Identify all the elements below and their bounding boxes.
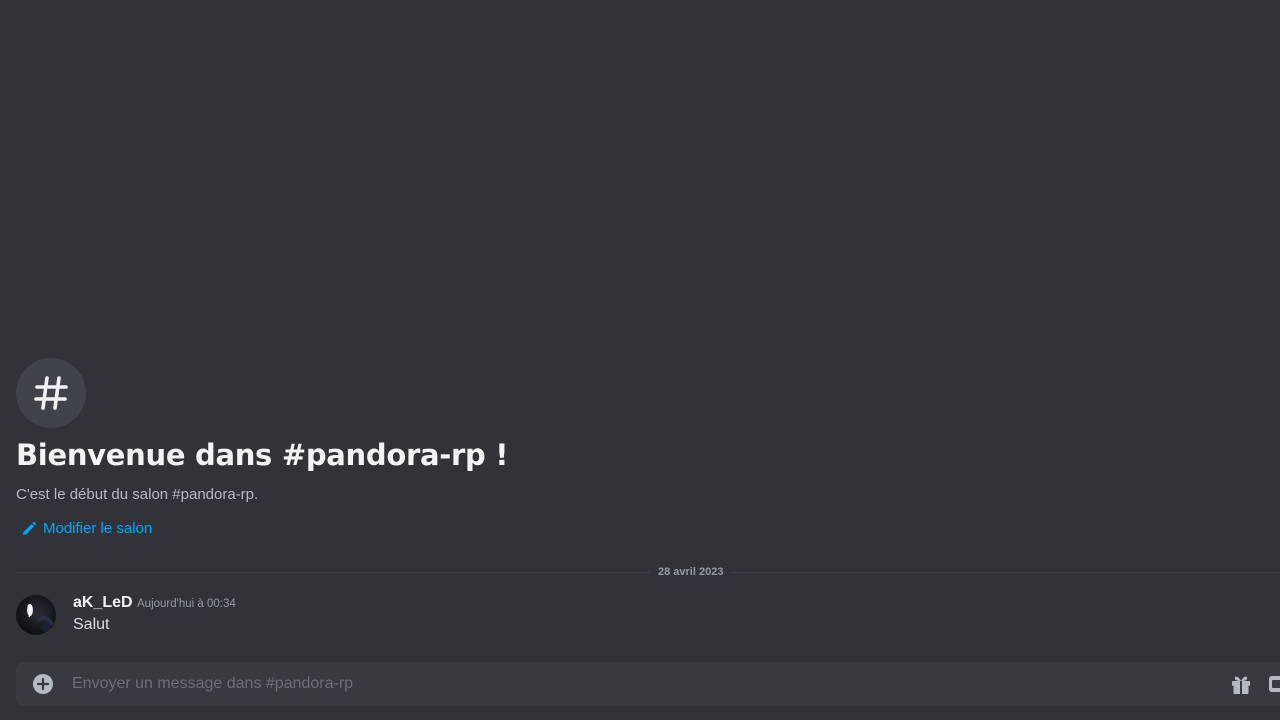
avatar[interactable] <box>16 595 56 635</box>
hash-icon <box>34 376 68 410</box>
channel-welcome <box>16 358 86 428</box>
message-text: Salut <box>73 616 110 633</box>
date-divider-line <box>16 572 1280 573</box>
welcome-title: Bienvenue dans #pandora-rp ! <box>16 438 509 472</box>
chat-window: Bienvenue dans #pandora-rp ! C'est le dé… <box>0 0 1280 720</box>
avatar-image <box>27 604 54 632</box>
message-input[interactable] <box>72 662 1202 706</box>
edit-channel-label: Modifier le salon <box>43 520 153 537</box>
message-composer <box>16 662 1280 706</box>
date-divider-label: 28 avril 2023 <box>650 564 732 580</box>
channel-icon-circle <box>16 358 86 428</box>
message-item[interactable]: aK_LeD Aujourd'hui à 00:34 Salut <box>16 593 1256 639</box>
edit-channel-link[interactable]: Modifier le salon <box>22 520 152 537</box>
message-timestamp: Aujourd'hui à 00:34 <box>137 598 236 610</box>
message-author[interactable]: aK_LeD <box>73 594 133 612</box>
welcome-subtitle: C'est le début du salon #pandora-rp. <box>16 486 259 503</box>
gift-icon[interactable] <box>1230 673 1252 695</box>
plus-circle-icon[interactable] <box>32 673 54 695</box>
pencil-icon <box>23 521 36 535</box>
gif-icon[interactable] <box>1268 673 1280 695</box>
